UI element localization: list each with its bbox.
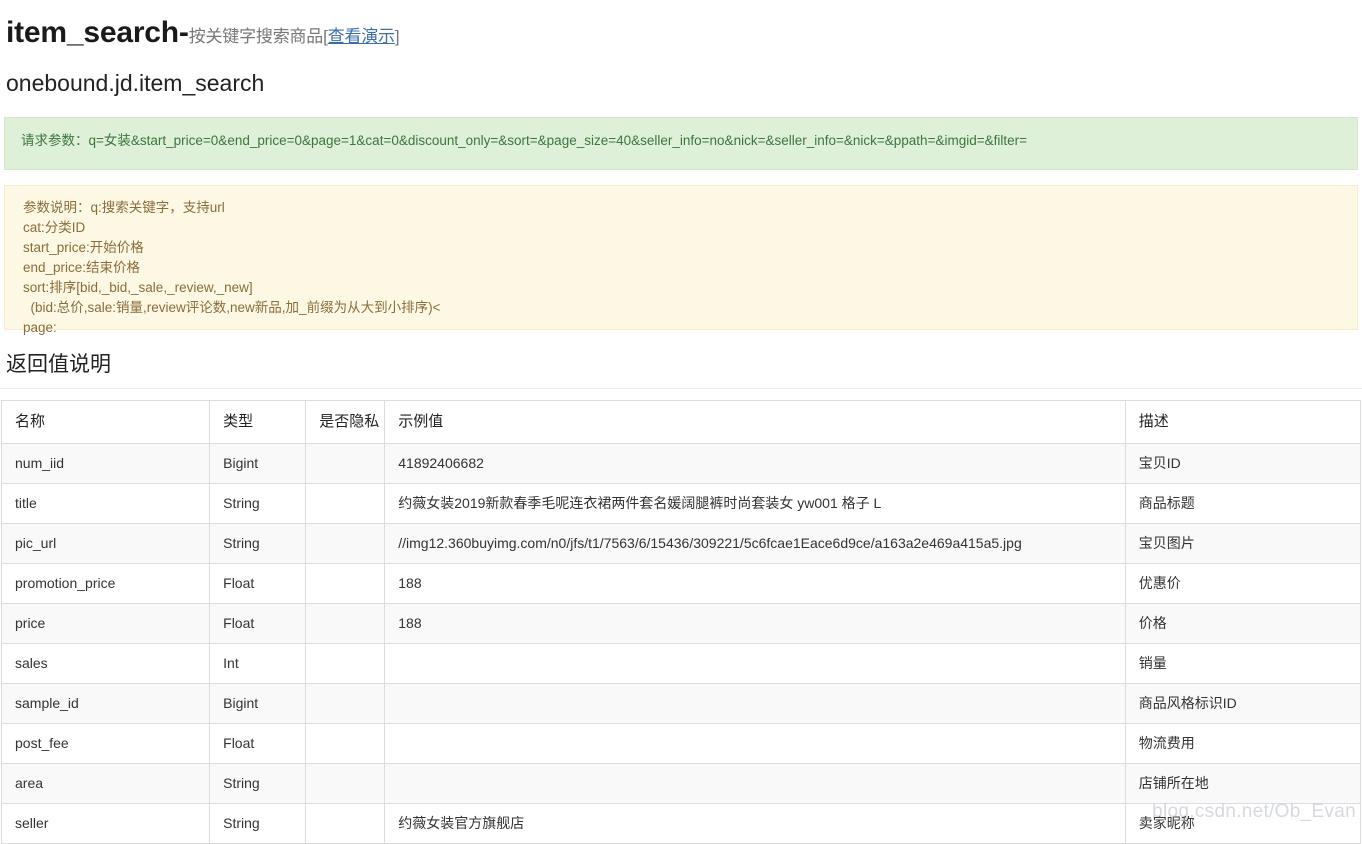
column-header-name: 名称	[0, 399, 211, 444]
cell-private	[305, 642, 386, 684]
cell-private	[305, 802, 386, 844]
params-description-line: (bid:总价,sale:销量,review评论数,new新品,加_前缀为从大到…	[23, 300, 441, 316]
cell-example	[384, 642, 1126, 684]
table-row: sales Int 销量	[0, 642, 1362, 684]
cell-private	[305, 602, 386, 644]
cell-private	[305, 522, 386, 564]
cell-example: 188	[384, 562, 1126, 604]
cell-type: Float	[209, 722, 307, 764]
cell-description: 店铺所在地	[1124, 762, 1362, 804]
table-row: price Float 188 价格	[0, 602, 1362, 644]
page-title: item_search-按关键字搜索商品[查看演示]	[0, 0, 1362, 52]
params-description-line: cat:分类ID	[23, 220, 86, 236]
cell-example: 41892406682	[384, 442, 1126, 484]
column-header-type: 类型	[209, 399, 307, 444]
table-row: title String 约薇女装2019新款春季毛呢连衣裙两件套名媛阔腿裤时尚…	[0, 482, 1362, 524]
cell-name: sales	[0, 642, 211, 684]
cell-private	[305, 762, 386, 804]
cell-description: 卖家昵称	[1124, 802, 1362, 844]
cell-type: Bigint	[209, 682, 307, 724]
cell-type: Float	[209, 602, 307, 644]
params-description-line: sort:排序[bid,_bid,_sale,_review,_new]	[23, 280, 253, 296]
cell-name: price	[0, 602, 211, 644]
table-row: promotion_price Float 188 优惠价	[0, 562, 1362, 604]
cell-description: 价格	[1124, 602, 1362, 644]
table-row: post_fee Float 物流费用	[0, 722, 1362, 764]
cell-private	[305, 482, 386, 524]
cell-type: Bigint	[209, 442, 307, 484]
cell-name: post_fee	[0, 722, 211, 764]
cell-example	[384, 762, 1126, 804]
cell-description: 宝贝图片	[1124, 522, 1362, 564]
cell-private	[305, 442, 386, 484]
cell-type: Int	[209, 642, 307, 684]
params-description-line: 参数说明：q:搜索关键字，支持url	[23, 200, 225, 216]
cell-example: 约薇女装2019新款春季毛呢连衣裙两件套名媛阔腿裤时尚套装女 yw001 格子 …	[384, 482, 1126, 524]
params-description-box: 参数说明：q:搜索关键字，支持url cat:分类ID start_price:…	[4, 185, 1358, 335]
return-section-title: 返回值说明	[0, 330, 1362, 389]
cell-description: 商品风格标识ID	[1124, 682, 1362, 724]
cell-description: 商品标题	[1124, 482, 1362, 524]
request-params-box: 请求参数：q=女装&start_price=0&end_price=0&page…	[4, 117, 1358, 171]
cell-name: sample_id	[0, 682, 211, 724]
cell-name: num_iid	[0, 442, 211, 484]
cell-description: 销量	[1124, 642, 1362, 684]
cell-name: promotion_price	[0, 562, 211, 604]
params-description-line: end_price:结束价格	[23, 260, 141, 276]
cell-example: 约薇女装官方旗舰店	[384, 802, 1126, 844]
cell-private	[305, 722, 386, 764]
return-value-table: 名称 类型 是否隐私 示例值 描述 num_iid Bigint 4189240…	[0, 399, 1362, 844]
column-header-description: 描述	[1124, 399, 1362, 444]
view-demo-link[interactable]: 查看演示	[328, 27, 395, 46]
table-row: seller String 约薇女装官方旗舰店 卖家昵称	[0, 802, 1362, 844]
column-header-private: 是否隐私	[305, 399, 386, 444]
cell-type: String	[209, 762, 307, 804]
cell-private	[305, 562, 386, 604]
table-row: area String 店铺所在地	[0, 762, 1362, 804]
table-header-row: 名称 类型 是否隐私 示例值 描述	[0, 399, 1362, 444]
cell-type: String	[209, 802, 307, 844]
table-body: num_iid Bigint 41892406682 宝贝ID title St…	[0, 442, 1362, 844]
cell-name: pic_url	[0, 522, 211, 564]
cell-example	[384, 682, 1126, 724]
request-params-text: 请求参数：q=女装&start_price=0&end_price=0&page…	[21, 133, 1027, 149]
cell-description: 宝贝ID	[1124, 442, 1362, 484]
cell-name: area	[0, 762, 211, 804]
cell-example: 188	[384, 602, 1126, 644]
cell-description: 物流费用	[1124, 722, 1362, 764]
table-row: num_iid Bigint 41892406682 宝贝ID	[0, 442, 1362, 484]
cell-private	[305, 682, 386, 724]
table-row: pic_url String //img12.360buyimg.com/n0/…	[0, 522, 1362, 564]
cell-example: //img12.360buyimg.com/n0/jfs/t1/7563/6/1…	[384, 522, 1126, 564]
column-header-example: 示例值	[384, 399, 1126, 444]
cell-name: title	[0, 482, 211, 524]
params-description-line: start_price:开始价格	[23, 240, 144, 256]
page-title-main: item_search-	[6, 16, 189, 49]
cell-type: String	[209, 482, 307, 524]
page-title-subtitle-close: ]	[394, 27, 400, 46]
table-row: sample_id Bigint 商品风格标识ID	[0, 682, 1362, 724]
cell-example	[384, 722, 1126, 764]
api-name: onebound.jd.item_search	[6, 69, 265, 96]
page-title-subtitle: 按关键字搜索商品[	[188, 27, 328, 46]
cell-description: 优惠价	[1124, 562, 1362, 604]
cell-type: String	[209, 522, 307, 564]
cell-type: Float	[209, 562, 307, 604]
cell-name: seller	[0, 802, 211, 844]
